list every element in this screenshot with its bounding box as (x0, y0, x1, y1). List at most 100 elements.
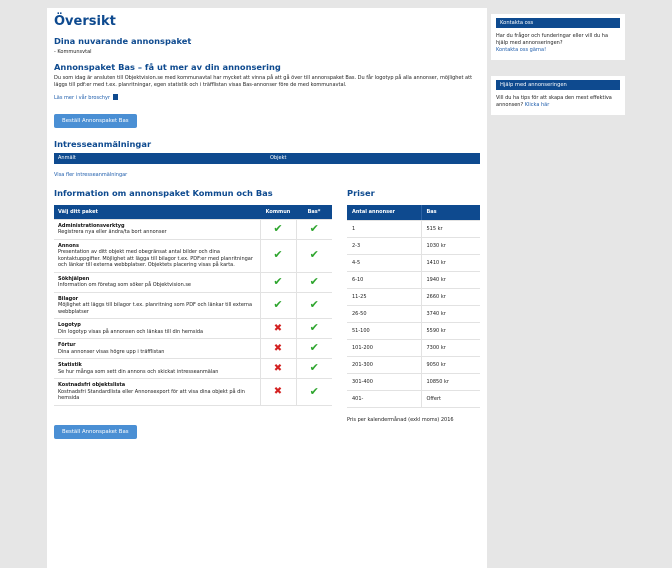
price-count: 2-3 (347, 237, 421, 255)
package-bas-cell: ✔ (295, 219, 332, 240)
order-bas-button-bottom[interactable]: Beställ Annonspaket Bas (54, 424, 137, 439)
price-count: 1 (347, 220, 421, 238)
package-feature-desc: Information om företag som söker på Obje… (58, 282, 192, 288)
contact-box-text: Har du frågor och funderingar eller vill… (496, 33, 609, 46)
price-price: 1030 kr (420, 237, 480, 255)
check-icon: ✔ (273, 298, 283, 311)
page-title: Översikt (54, 14, 116, 29)
check-icon: ✔ (309, 274, 319, 288)
package-feature-desc: Din logotyp visas på annonsen och länkas… (58, 328, 204, 335)
brochure-link[interactable]: Läs mer i vår broschyr (54, 95, 110, 101)
prices-col-bas: Bas (420, 205, 480, 221)
package-feature: Administrationsverktyg Registrera nya ell… (54, 219, 260, 240)
price-price: Offert (420, 390, 480, 408)
package-feature: Bilagor Möjlighet att läggs till bilagor … (54, 292, 260, 319)
package-feature-desc: Dina annonser visas högre upp i träfflis… (58, 348, 165, 355)
price-price: 10850 kr (420, 373, 480, 391)
packages-col-bas: Bas* (296, 205, 332, 220)
package-kommun-cell: ✔ (259, 239, 296, 273)
contact-box: Kontakta oss Har du frågor och fundering… (491, 14, 625, 60)
package-kommun-cell: ✔ (259, 292, 296, 319)
interest-heading: Intresseanmälningar (54, 139, 152, 149)
prices-table: Antal annonser Bas 1 515 kr 2-3 1030 kr 4-5 1… (347, 205, 480, 408)
package-row: Bilagor Möjlighet att läggs till bilagor … (54, 292, 332, 319)
check-icon: ✔ (273, 274, 283, 288)
price-price: 1940 kr (420, 271, 480, 289)
price-row: 26-50 3740 kr (347, 305, 480, 323)
package-kommun-cell: ✖ (259, 358, 296, 379)
package-row: Sökhjälpen Information om företag som sök… (54, 272, 332, 293)
package-feature: Kostnadsfri objektslista Kostnadsfri Stan… (54, 378, 260, 406)
price-count: 101-200 (347, 339, 421, 357)
interest-table-header: Anmält Objekt (54, 153, 480, 164)
price-row: 51-100 5590 kr (347, 322, 480, 340)
price-price: 7300 kr (420, 339, 480, 357)
help-box-title: Hjälp med annonseringen (496, 80, 620, 90)
check-icon: ✔ (309, 361, 319, 375)
price-row: 11-25 2660 kr (347, 288, 480, 306)
package-feature: Sökhjälpen Information om företag som sök… (54, 272, 260, 293)
package-kommun-cell: ✖ (259, 378, 296, 406)
packages-table: Välj ditt paket Kommun Bas* Administrati… (54, 205, 332, 406)
cross-icon: ✖ (273, 385, 283, 397)
prices-heading: Priser (347, 188, 375, 198)
package-feature: Logotyp Din logotyp visas på annonsen och… (54, 318, 260, 339)
package-bas-cell: ✔ (295, 272, 332, 293)
check-icon: ✔ (309, 221, 319, 235)
price-price: 5590 kr (420, 322, 480, 340)
package-feature-desc: Registrera nya eller ändra/ta bort annon… (58, 229, 167, 235)
package-row: Administrationsverktyg Registrera nya ell… (54, 219, 332, 240)
price-row: 101-200 7300 kr (347, 339, 480, 357)
packages-col-package: Välj ditt paket (54, 205, 260, 220)
package-bas-cell: ✔ (295, 318, 332, 339)
more-interest-link[interactable]: Visa fler intresseanmälningar (54, 172, 480, 179)
package-bas-cell: ✔ (295, 338, 332, 359)
promo-heading: Annonspaket Bas – få ut mer av din annon… (54, 62, 281, 72)
price-price: 9050 kr (420, 356, 480, 374)
order-bas-button-top[interactable]: Beställ Annonspaket Bas (54, 114, 137, 128)
help-box-text: Vill du ha tips för att skapa den mest e… (496, 95, 620, 109)
price-price: 1410 kr (420, 254, 480, 272)
price-row: 4-5 1410 kr (347, 254, 480, 272)
package-kommun-cell: ✔ (259, 219, 296, 240)
help-link[interactable]: Klicka här (525, 102, 550, 108)
price-count: 401- (347, 390, 421, 408)
price-count: 51-100 (347, 322, 421, 340)
price-count: 6-10 (347, 271, 421, 289)
package-bas-cell: ✔ (295, 292, 332, 319)
help-box: Hjälp med annonseringen Vill du ha tips … (491, 76, 625, 115)
package-feature: Statistik Se hur många som sett din annon… (54, 358, 260, 379)
prices-note: Pris per kalendermånad (exkl moms) 2016 (347, 416, 454, 423)
price-price: 515 kr (420, 220, 480, 238)
package-row: Annons Presentation av ditt objekt med ob… (54, 239, 332, 273)
interest-col-received: Anmält (58, 155, 76, 161)
price-price: 2660 kr (420, 288, 480, 306)
interest-col-object: Objekt (270, 155, 287, 161)
price-price: 3740 kr (420, 305, 480, 323)
check-icon: ✔ (309, 298, 319, 311)
package-row: Förtur Dina annonser visas högre upp i tr… (54, 338, 332, 359)
price-count: 26-50 (347, 305, 421, 323)
price-row: 2-3 1030 kr (347, 237, 480, 255)
price-count: 4-5 (347, 254, 421, 272)
package-kommun-cell: ✖ (259, 338, 296, 359)
packages-col-kommun: Kommun (260, 205, 296, 220)
package-feature-desc: Se hur många som sett din annons och ski… (58, 368, 219, 375)
price-count: 301-400 (347, 373, 421, 391)
package-feature-desc: Kostnadsfri Standardlista eller Annonsex… (58, 388, 245, 402)
cross-icon: ✖ (273, 342, 283, 354)
check-icon: ✔ (309, 384, 319, 398)
contact-link[interactable]: Kontakta oss gärna! (496, 47, 620, 54)
package-row: Kostnadsfri objektslista Kostnadsfri Stan… (54, 378, 332, 406)
packages-heading: Information om annonspaket Kommun och Ba… (54, 188, 273, 198)
price-row: 6-10 1940 kr (347, 271, 480, 289)
sidebar: Kontakta oss Har du frågor och fundering… (491, 14, 625, 121)
current-package-item: - Kommunsvtal (54, 49, 92, 55)
price-row: 201-300 9050 kr (347, 356, 480, 374)
price-count: 201-300 (347, 356, 421, 374)
package-row: Statistik Se hur många som sett din annon… (54, 358, 332, 379)
document-icon[interactable] (112, 94, 118, 100)
check-icon: ✔ (309, 321, 319, 335)
help-box-text-body: Vill du ha tips för att skapa den mest e… (496, 95, 612, 108)
contact-box-title: Kontakta oss (496, 18, 620, 28)
